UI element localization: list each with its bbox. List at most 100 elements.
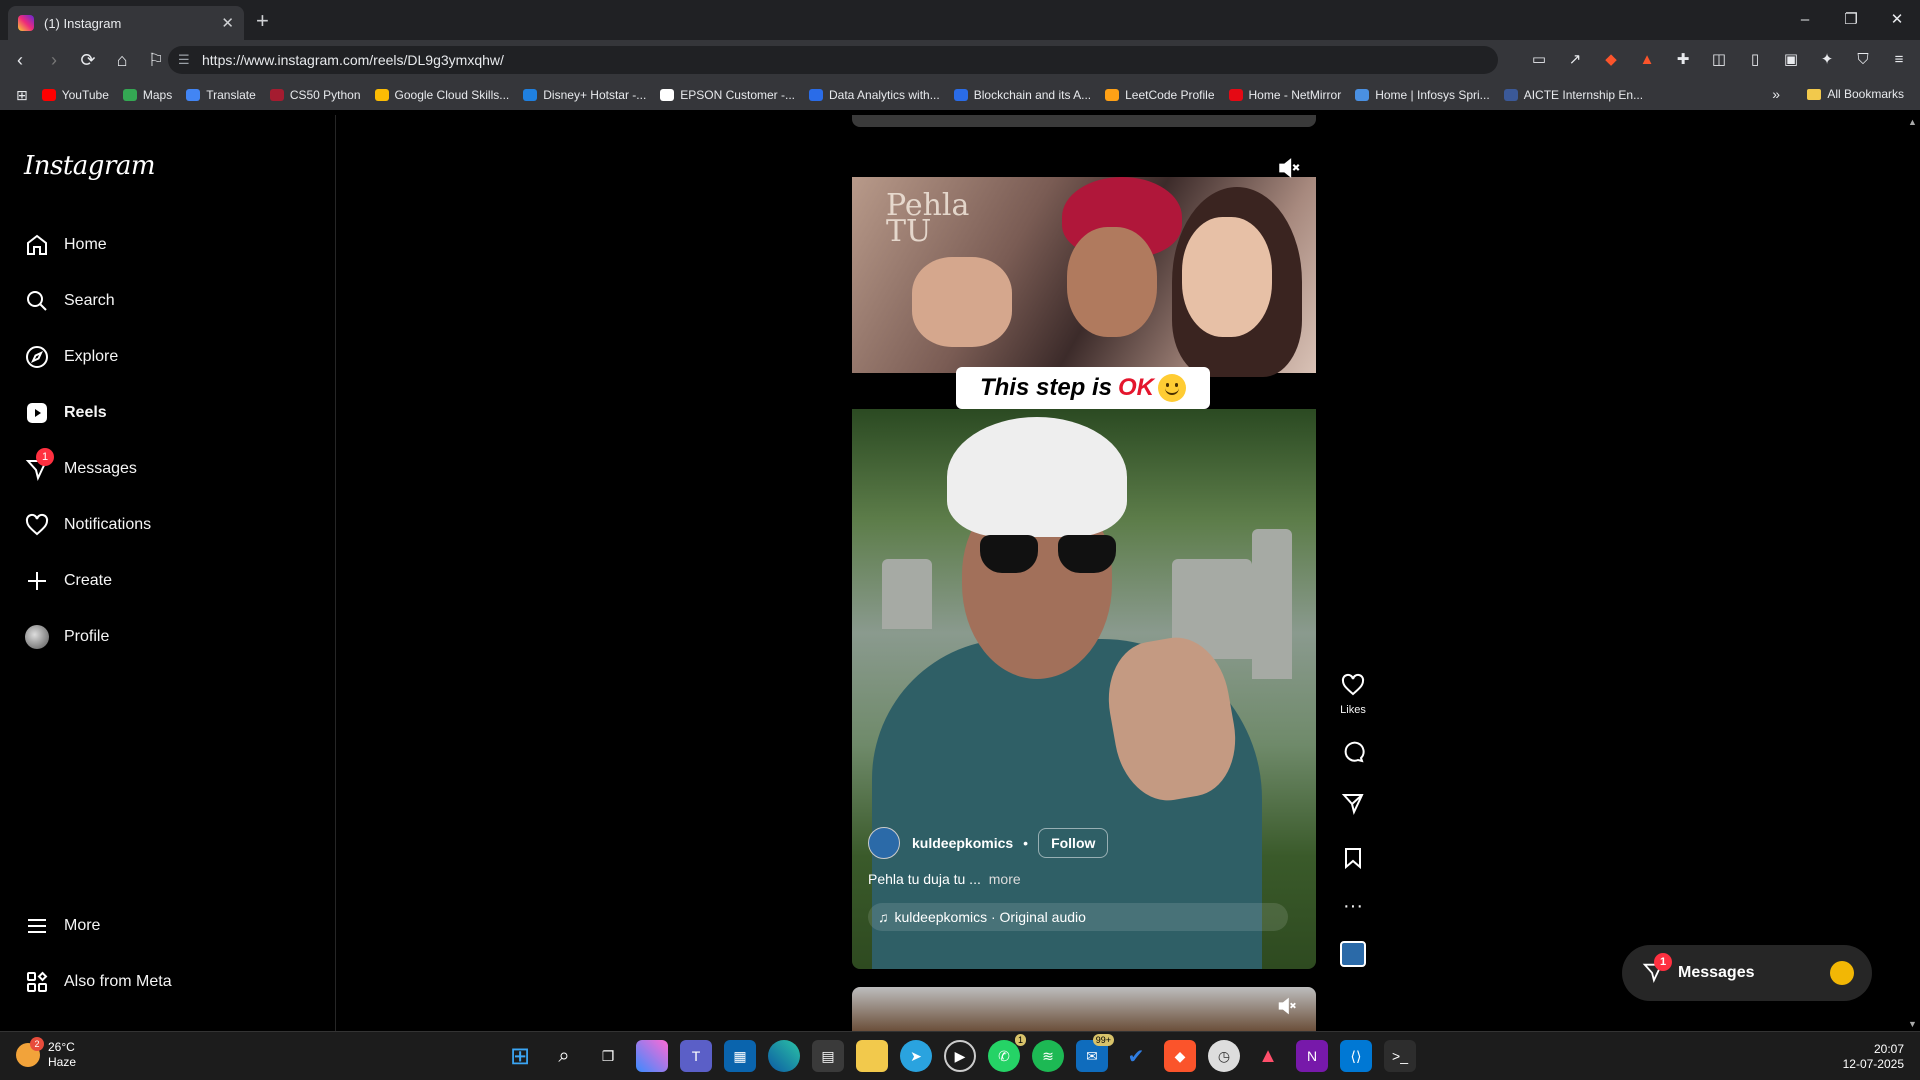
sidebar-item-explore[interactable]: Explore (24, 344, 118, 370)
store-icon[interactable]: ▦ (724, 1040, 756, 1072)
brave-shields-icon[interactable]: ◆ (1600, 48, 1622, 70)
url-field[interactable]: ☰ https://www.instagram.com/reels/DL9g3y… (168, 46, 1498, 74)
sidebar-item-more[interactable]: More (24, 913, 100, 939)
teams-icon[interactable]: T (680, 1040, 712, 1072)
media-player-icon[interactable]: ▶ (944, 1040, 976, 1072)
menu-icon[interactable]: ≡ (1888, 48, 1910, 70)
sidebar-item-label: Also from Meta (64, 973, 172, 990)
todo-icon[interactable]: ✔ (1120, 1040, 1152, 1072)
follow-button[interactable]: Follow (1038, 828, 1109, 858)
wallet-icon[interactable]: ▣ (1780, 48, 1802, 70)
bookmark-hotstar[interactable]: Disney+ Hotstar -... (523, 88, 646, 102)
owner-username[interactable]: kuldeepkomics (912, 835, 1013, 851)
bookmarks-bar: ⊞ YouTube Maps Translate CS50 Python Goo… (0, 80, 1920, 110)
bookmarks-overflow-button[interactable]: » (1772, 86, 1780, 102)
search-icon[interactable]: ⌕ (548, 1040, 580, 1072)
extensions-icon[interactable]: ✚ (1672, 48, 1694, 70)
leo-ai-icon[interactable]: ✦ (1816, 48, 1838, 70)
terminal-icon[interactable]: >_ (1384, 1040, 1416, 1072)
save-button[interactable] (1341, 846, 1365, 873)
bookmark-infosys[interactable]: Home | Infosys Spri... (1355, 88, 1490, 102)
telegram-icon[interactable]: ➤ (900, 1040, 932, 1072)
instagram-page: Instagram Home Search Explore Reels 1 Me… (0, 115, 1905, 1031)
bookmark-google-cloud[interactable]: Google Cloud Skills... (374, 88, 509, 102)
bookmark-epson[interactable]: EPSON Customer -... (660, 88, 795, 102)
edge-icon[interactable] (768, 1040, 800, 1072)
file-explorer-icon[interactable] (856, 1040, 888, 1072)
mute-toggle-icon[interactable] (1276, 155, 1306, 185)
close-window-button[interactable]: ✕ (1874, 0, 1920, 40)
cast-icon[interactable]: ▭ (1528, 48, 1550, 70)
scroll-down-icon[interactable]: ▼ (1908, 1019, 1917, 1029)
bookmark-maps[interactable]: Maps (122, 88, 172, 102)
bookmark-translate[interactable]: Translate (186, 88, 256, 102)
maximize-button[interactable]: ❐ (1828, 0, 1874, 40)
back-icon[interactable]: ‹ (6, 50, 34, 71)
task-view-icon[interactable]: ❐ (592, 1040, 624, 1072)
brave-icon[interactable]: ◆ (1164, 1040, 1196, 1072)
like-button[interactable]: Likes (1340, 673, 1366, 716)
windows-start-icon[interactable]: ⊞ (504, 1040, 536, 1072)
mute-toggle-icon[interactable] (1276, 995, 1302, 1021)
microsoft-store-icon[interactable]: ▤ (812, 1040, 844, 1072)
apps-icon[interactable]: ⊞ (16, 87, 28, 104)
sidebar-toggle-icon[interactable]: ▯ (1744, 48, 1766, 70)
reel-video[interactable]: Pehla TU This step is OK kuldeepkomics •… (852, 147, 1316, 969)
share-button[interactable] (1341, 791, 1365, 818)
bookmark-leetcode[interactable]: LeetCode Profile (1105, 88, 1215, 102)
instagram-logo[interactable]: Instagram (24, 151, 156, 181)
whatsapp-icon[interactable]: ✆ 1 (988, 1034, 1026, 1072)
vpn-icon[interactable]: ⛉ (1852, 48, 1874, 70)
home-browser-icon[interactable]: ⌂ (108, 50, 136, 71)
mail-icon[interactable]: ✉ 99+ (1076, 1034, 1114, 1072)
more-link[interactable]: more (989, 871, 1021, 887)
browser-tab-instagram[interactable]: (1) Instagram ✕ (8, 6, 244, 40)
sidebar-item-notifications[interactable]: Notifications (24, 512, 151, 538)
next-reel-preview[interactable] (852, 987, 1316, 1031)
system-clock[interactable]: 20:07 12-07-2025 (1843, 1042, 1904, 1072)
sidebar-item-messages[interactable]: 1 Messages (24, 448, 137, 482)
bookmark-cs50[interactable]: CS50 Python (269, 88, 361, 102)
messages-badge: 1 (1654, 953, 1672, 971)
original-audio-link[interactable]: ♫ kuldeepkomics · Original audio (868, 903, 1288, 931)
minimize-button[interactable]: – (1782, 0, 1828, 40)
bookmark-blockchain[interactable]: Blockchain and its A... (953, 88, 1091, 102)
sidebar-item-profile[interactable]: Profile (24, 624, 109, 650)
onenote-icon[interactable]: N (1296, 1040, 1328, 1072)
page-scrollbar[interactable]: ▲ ▼ (1905, 115, 1920, 1031)
comment-button[interactable] (1341, 740, 1365, 767)
previous-reel-edge[interactable] (852, 115, 1316, 127)
owner-avatar[interactable] (868, 827, 900, 859)
copilot-icon[interactable] (636, 1040, 668, 1072)
sidebar-item-also-from-meta[interactable]: Also from Meta (24, 969, 172, 995)
brave-rewards-icon[interactable]: ▲ (1636, 48, 1658, 70)
sidebar-item-home[interactable]: Home (24, 232, 107, 258)
sidebar-item-reels[interactable]: Reels (24, 400, 107, 426)
sidebar-item-create[interactable]: Create (24, 568, 112, 594)
new-tab-button[interactable]: + (256, 8, 269, 34)
arc-icon[interactable]: ▲ (1252, 1040, 1284, 1072)
weather-widget[interactable]: 2 26°C Haze (16, 1037, 76, 1070)
clock-app-icon[interactable]: ◷ (1208, 1040, 1240, 1072)
screenshot-icon[interactable]: ◫ (1708, 48, 1730, 70)
audio-page-button[interactable] (1340, 941, 1366, 967)
vscode-icon[interactable]: ⟨⟩ (1340, 1040, 1372, 1072)
comment-icon (1341, 740, 1365, 767)
scroll-up-icon[interactable]: ▲ (1908, 117, 1917, 127)
messages-label: Messages (1678, 964, 1755, 981)
bookmark-aicte[interactable]: AICTE Internship En... (1503, 88, 1643, 102)
forward-icon[interactable]: › (40, 50, 68, 71)
bookmark-data-analytics[interactable]: Data Analytics with... (809, 88, 940, 102)
tab-close-button[interactable]: ✕ (221, 14, 234, 32)
messages-floating-button[interactable]: 1 Messages (1622, 945, 1872, 1001)
bookmark-netmirror[interactable]: Home - NetMirror (1228, 88, 1341, 102)
more-options-button[interactable]: ··· (1343, 896, 1363, 916)
site-settings-icon[interactable]: ☰ (178, 52, 190, 68)
bookmark-page-icon[interactable]: ⚐ (142, 50, 170, 71)
spotify-icon[interactable]: ≋ (1032, 1040, 1064, 1072)
share-icon[interactable]: ↗ (1564, 48, 1586, 70)
all-bookmarks-button[interactable]: All Bookmarks (1807, 87, 1904, 101)
reload-icon[interactable]: ⟳ (74, 50, 102, 71)
sidebar-item-search[interactable]: Search (24, 288, 115, 314)
bookmark-youtube[interactable]: YouTube (41, 88, 109, 102)
